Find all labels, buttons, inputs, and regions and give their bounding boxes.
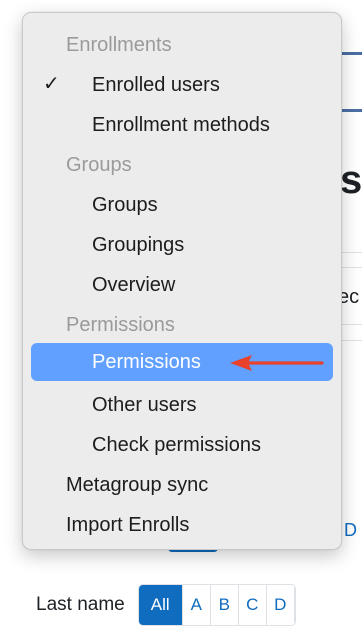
menu-header-groups: Groups [66,153,132,176]
menu-item-import-enrolls[interactable]: Import Enrolls [31,506,333,544]
menu-item-label: Groupings [92,233,185,256]
page: s ec D Last name All A B C D Enrollments… [0,0,362,626]
initials-bar: All A B C D [137,584,296,626]
menu-item-label: Enrolled users [92,73,220,96]
menu-item-other-users[interactable]: Other users [31,386,333,424]
menu-item-check-permissions[interactable]: Check permissions [31,426,333,464]
last-name-filter: Last name All A B C D [36,584,296,626]
filter-letter-a[interactable]: A [182,585,211,625]
menu-item-label: Check permissions [92,433,261,456]
menu-item-permissions[interactable]: Permissions [31,343,333,381]
menu-header-permissions: Permissions [66,313,175,336]
menu-item-label: Overview [92,273,176,296]
menu-item-groups[interactable]: Groups [31,186,333,224]
menu-item-label: Metagroup sync [66,473,209,496]
menu-item-overview[interactable]: Overview [31,266,333,304]
menu-item-enrolled-users[interactable]: ✓ Enrolled users [31,66,333,104]
menu-header-enrollments: Enrollments [66,33,172,56]
menu-item-metagroup-sync[interactable]: Metagroup sync [31,466,333,504]
navigation-dropdown-menu: Enrollments ✓ Enrolled users Enrollment … [22,12,342,550]
filter-label: Last name [36,594,125,615]
filter-letter-all[interactable]: All [138,585,183,625]
background-link-fragment[interactable]: D [344,520,357,541]
checkmark-icon: ✓ [43,73,60,95]
filter-letter-c[interactable]: C [238,585,267,625]
menu-item-label: Enrollment methods [92,113,270,136]
menu-item-label: Groups [92,193,158,216]
menu-item-enrollment-methods[interactable]: Enrollment methods [31,106,333,144]
menu-item-label: Other users [92,393,197,416]
menu-item-label: Import Enrolls [66,513,190,536]
page-heading-fragment: s [340,158,362,202]
menu-item-groupings[interactable]: Groupings [31,226,333,264]
filter-letter-d[interactable]: D [266,585,295,625]
menu-item-label: Permissions [92,350,201,373]
filter-letter-b[interactable]: B [210,585,239,625]
